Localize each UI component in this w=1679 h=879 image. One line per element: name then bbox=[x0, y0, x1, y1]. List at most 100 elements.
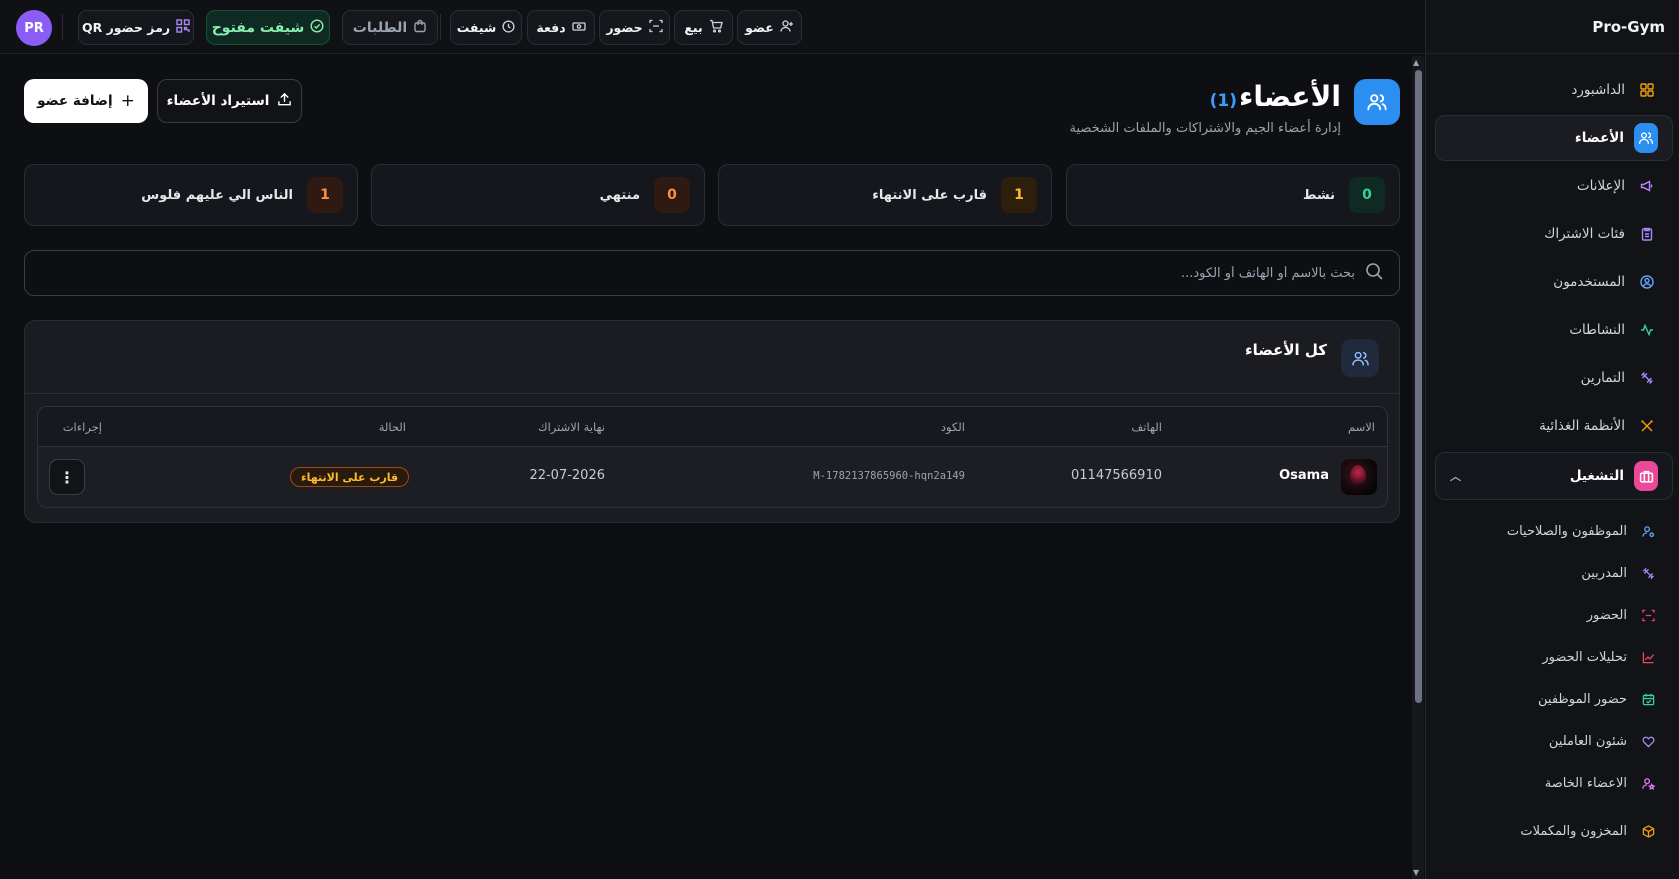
payment-button[interactable]: دفعة bbox=[527, 10, 595, 45]
shopping-bag-icon bbox=[413, 19, 427, 36]
sidebar-item-label: الإعلانات bbox=[1576, 178, 1625, 194]
stat-card-owing[interactable]: 1 الناس الي عليهم فلوس bbox=[24, 164, 358, 226]
sidebar-item-label: الحضور bbox=[1586, 607, 1627, 623]
package-icon bbox=[1637, 820, 1659, 842]
grid-icon bbox=[1635, 78, 1659, 102]
shift-open-button[interactable]: شيفت مفتوح bbox=[206, 10, 330, 45]
upload-icon bbox=[277, 92, 292, 111]
check-circle-icon bbox=[310, 19, 324, 36]
members-card-title: كل الأعضاء bbox=[1245, 341, 1327, 359]
requests-button[interactable]: الطلبات bbox=[342, 10, 438, 45]
stats-row: 0 نشط 1 قارب على الانتهاء 0 منتهي 1 النا… bbox=[24, 164, 1400, 226]
column-header-actions: إجراءات bbox=[62, 420, 102, 434]
sidebar-item-subscription-plans[interactable]: فئات الاشتراك bbox=[1435, 210, 1673, 258]
chevron-up-icon[interactable]: ︿ bbox=[1450, 468, 1461, 484]
shift-open-label: شيفت مفتوح bbox=[211, 19, 305, 36]
row-actions-button[interactable]: ⋮ bbox=[49, 459, 85, 495]
stat-value: 0 bbox=[654, 177, 690, 213]
members-card: كل الأعضاء الاسم الهاتف الكود نهاية الاش… bbox=[24, 320, 1400, 523]
sidebar-item-activities[interactable]: النشاطات bbox=[1435, 306, 1673, 354]
stat-card-active[interactable]: 0 نشط bbox=[1066, 164, 1400, 226]
user-cog-icon bbox=[1637, 520, 1659, 542]
chart-line-icon bbox=[1637, 646, 1659, 668]
sidebar-item-label: المستخدمون bbox=[1553, 274, 1625, 290]
sidebar-item-label: النشاطات bbox=[1569, 322, 1625, 338]
search-input[interactable] bbox=[25, 265, 1355, 281]
clock-icon bbox=[502, 19, 515, 36]
sidebar-item-inventory[interactable]: المخزون والمكملات bbox=[1435, 804, 1673, 858]
heart-handshake-icon bbox=[1637, 730, 1659, 752]
sidebar: Pro-Gym الداشبورد الأعضاء الإعلانات فئات… bbox=[1425, 0, 1679, 879]
subscription-end: 22-07-2026 bbox=[529, 468, 605, 483]
sidebar-item-staff-permissions[interactable]: الموظفون والصلاحيات bbox=[1435, 510, 1673, 552]
member-label: عضو bbox=[745, 20, 774, 35]
brand-name: Pro-Gym bbox=[1426, 0, 1679, 54]
sidebar-item-label: الأعضاء bbox=[1574, 130, 1624, 146]
qr-label: رمز حضور QR bbox=[81, 20, 171, 35]
page-title-text: الأعضاء bbox=[1239, 80, 1341, 113]
user-plus-icon bbox=[780, 19, 794, 36]
stat-label: نشط bbox=[1302, 187, 1335, 203]
sidebar-nav: الداشبورد الأعضاء الإعلانات فئات الاشترا… bbox=[1425, 66, 1679, 858]
status-badge: قارب على الانتهاء bbox=[290, 467, 410, 487]
users-icon bbox=[1341, 339, 1379, 377]
dumbbell-icon bbox=[1637, 562, 1659, 584]
sidebar-item-label: الداشبورد bbox=[1571, 82, 1625, 98]
attendance-button[interactable]: حضور bbox=[599, 10, 670, 45]
add-member-quick-button[interactable]: عضو bbox=[737, 10, 802, 45]
sidebar-item-dashboard[interactable]: الداشبورد bbox=[1435, 66, 1673, 114]
members-card-header: كل الأعضاء bbox=[25, 321, 1399, 394]
stat-label: منتهي bbox=[599, 187, 640, 203]
main-scrollbar[interactable]: ▲ ▼ bbox=[1412, 56, 1424, 879]
qr-attendance-button[interactable]: رمز حضور QR bbox=[78, 10, 194, 45]
sidebar-item-label: التمارين bbox=[1580, 370, 1625, 386]
column-header-phone: الهاتف bbox=[1131, 420, 1162, 434]
megaphone-icon bbox=[1635, 174, 1659, 198]
sidebar-item-label: المدربين bbox=[1581, 565, 1627, 581]
member-name: Osama bbox=[1279, 468, 1329, 483]
page-subtitle: إدارة أعضاء الجيم والاشتراكات والملفات ا… bbox=[1069, 121, 1341, 136]
main-content: الأعضاء (1) إدارة أعضاء الجيم والاشتراكا… bbox=[0, 55, 1424, 879]
member-avatar bbox=[1341, 459, 1377, 495]
sidebar-item-hr[interactable]: شئون العاملين bbox=[1435, 720, 1673, 762]
sidebar-item-ads[interactable]: الإعلانات bbox=[1435, 162, 1673, 210]
sidebar-group-operations[interactable]: التشغيل ︿ bbox=[1435, 452, 1673, 500]
sale-button[interactable]: بيع bbox=[674, 10, 733, 45]
scrollbar-thumb[interactable] bbox=[1415, 70, 1422, 703]
sidebar-item-diets[interactable]: الأنظمة الغذائية bbox=[1435, 402, 1673, 450]
table-header: الاسم الهاتف الكود نهاية الاشتراك الحالة… bbox=[38, 407, 1387, 447]
scan-icon bbox=[1637, 604, 1659, 626]
sidebar-item-label: المخزون والمكملات bbox=[1520, 823, 1627, 839]
sidebar-item-attendance[interactable]: الحضور bbox=[1435, 594, 1673, 636]
user-avatar[interactable]: PR bbox=[16, 10, 52, 46]
clipboard-icon bbox=[1635, 222, 1659, 246]
member-count: (1) bbox=[1209, 91, 1237, 111]
import-members-button[interactable]: استيراد الأعضاء bbox=[157, 79, 302, 123]
sidebar-item-label: الأنظمة الغذائية bbox=[1539, 418, 1625, 434]
column-header-status: الحالة bbox=[378, 420, 406, 434]
top-bar: PR رمز حضور QR شيفت مفتوح الطلبات شيفت د… bbox=[0, 0, 1424, 54]
scan-icon bbox=[649, 19, 663, 36]
sidebar-item-trainers[interactable]: المدربين bbox=[1435, 552, 1673, 594]
sidebar-item-exercises[interactable]: التمارين bbox=[1435, 354, 1673, 402]
user-star-icon bbox=[1637, 772, 1659, 794]
shift-button[interactable]: شيفت bbox=[450, 10, 522, 45]
sidebar-item-private-members[interactable]: الاعضاء الخاصة bbox=[1435, 762, 1673, 804]
requests-label: الطلبات bbox=[352, 19, 408, 36]
users-icon bbox=[1354, 79, 1400, 125]
divider bbox=[440, 14, 441, 40]
stat-value: 1 bbox=[307, 177, 343, 213]
sidebar-item-staff-attendance[interactable]: حضور الموظفين bbox=[1435, 678, 1673, 720]
stat-card-expired[interactable]: 0 منتهي bbox=[371, 164, 705, 226]
shift-label: شيفت bbox=[456, 20, 497, 35]
users-icon bbox=[1634, 123, 1658, 153]
scroll-down-icon[interactable]: ▼ bbox=[1413, 868, 1419, 877]
table-row[interactable]: Osama 01147566910 M-1782137865960-hqn2a1… bbox=[38, 447, 1387, 507]
sidebar-item-attendance-analytics[interactable]: تحليلات الحضور bbox=[1435, 636, 1673, 678]
scroll-up-icon[interactable]: ▲ bbox=[1413, 58, 1419, 67]
sidebar-item-users[interactable]: المستخدمون bbox=[1435, 258, 1673, 306]
stat-card-near-expiry[interactable]: 1 قارب على الانتهاء bbox=[718, 164, 1052, 226]
column-header-code: الكود bbox=[940, 420, 965, 434]
sidebar-item-members[interactable]: الأعضاء bbox=[1435, 115, 1673, 161]
add-member-button[interactable]: + إضافة عضو bbox=[24, 79, 148, 123]
